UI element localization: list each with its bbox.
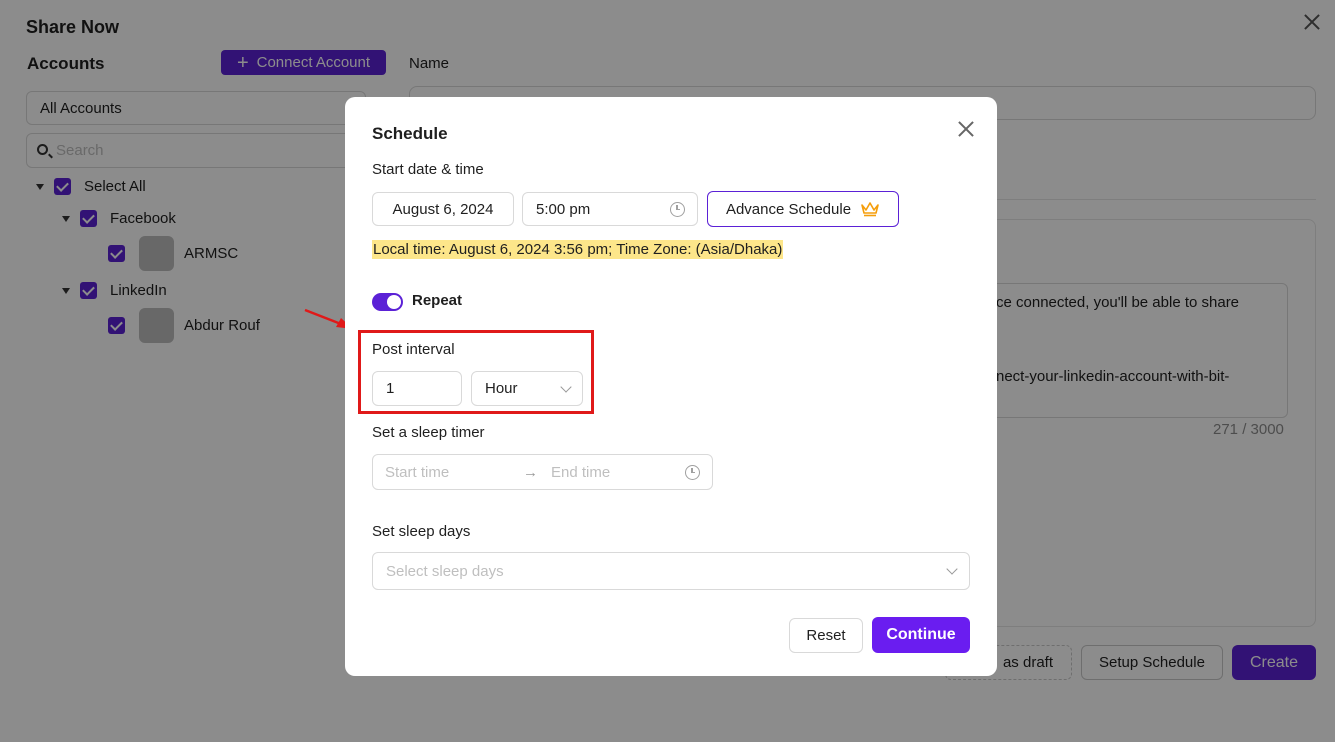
post-interval-label: Post interval <box>372 341 455 358</box>
time-value: 5:00 pm <box>536 200 591 218</box>
arrow-icon: → <box>523 463 538 481</box>
sleep-start-placeholder: Start time <box>385 463 450 481</box>
interval-unit-value: Hour <box>485 380 518 397</box>
continue-button[interactable]: Continue <box>872 617 970 653</box>
schedule-dialog: Schedule Start date & time August 6, 202… <box>345 97 997 676</box>
repeat-toggle[interactable] <box>372 293 403 311</box>
clock-icon <box>670 201 685 217</box>
advance-schedule-button[interactable]: Advance Schedule <box>707 191 899 227</box>
sleep-timer-range-picker[interactable]: Start time → End time <box>372 454 713 490</box>
time-picker[interactable]: 5:00 pm <box>522 192 698 226</box>
sleep-timer-label: Set a sleep timer <box>372 424 485 441</box>
chevron-down-icon <box>560 380 572 393</box>
start-date-time-label: Start date & time <box>372 161 484 178</box>
post-interval-input[interactable]: 1 <box>372 371 462 406</box>
advance-schedule-label: Advance Schedule <box>725 200 852 218</box>
sleep-end-placeholder: End time <box>551 463 611 481</box>
date-picker[interactable]: August 6, 2024 <box>372 192 514 226</box>
chevron-down-icon <box>946 563 958 575</box>
sleep-days-select[interactable]: Select sleep days <box>372 552 970 590</box>
local-time-info: Local time: August 6, 2024 3:56 pm; Time… <box>372 240 784 259</box>
sleep-days-label: Set sleep days <box>372 523 471 540</box>
clock-icon <box>685 464 700 480</box>
dialog-title: Schedule <box>372 124 448 143</box>
crown-icon <box>861 202 879 217</box>
interval-unit-select[interactable]: Hour <box>471 371 583 406</box>
reset-button[interactable]: Reset <box>789 618 863 653</box>
sleep-days-placeholder: Select sleep days <box>386 562 504 580</box>
repeat-label: Repeat <box>412 292 463 309</box>
close-icon[interactable] <box>958 121 974 137</box>
